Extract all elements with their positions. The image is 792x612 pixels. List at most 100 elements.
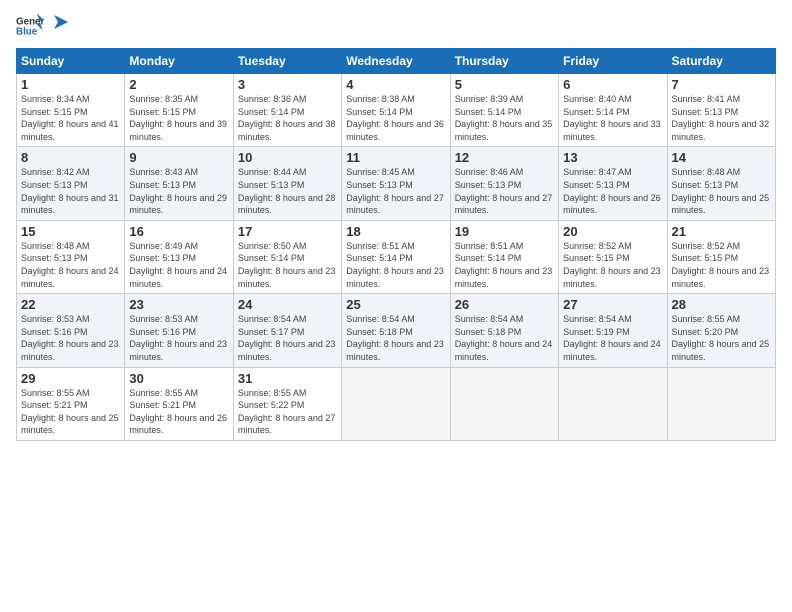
day-number: 24 (238, 297, 337, 312)
day-detail: Sunrise: 8:46 AMSunset: 5:13 PMDaylight:… (455, 166, 554, 216)
table-row: 13Sunrise: 8:47 AMSunset: 5:13 PMDayligh… (559, 147, 667, 220)
day-detail: Sunrise: 8:42 AMSunset: 5:13 PMDaylight:… (21, 166, 120, 216)
table-row: 12Sunrise: 8:46 AMSunset: 5:13 PMDayligh… (450, 147, 558, 220)
day-detail: Sunrise: 8:49 AMSunset: 5:13 PMDaylight:… (129, 240, 228, 290)
day-number: 22 (21, 297, 120, 312)
day-number: 9 (129, 150, 228, 165)
table-row: 29Sunrise: 8:55 AMSunset: 5:21 PMDayligh… (17, 367, 125, 440)
calendar-header-row: Sunday Monday Tuesday Wednesday Thursday… (17, 49, 776, 74)
day-number: 8 (21, 150, 120, 165)
table-row: 18Sunrise: 8:51 AMSunset: 5:14 PMDayligh… (342, 220, 450, 293)
day-number: 11 (346, 150, 445, 165)
day-detail: Sunrise: 8:45 AMSunset: 5:13 PMDaylight:… (346, 166, 445, 216)
day-number: 16 (129, 224, 228, 239)
table-row: 9Sunrise: 8:43 AMSunset: 5:13 PMDaylight… (125, 147, 233, 220)
day-detail: Sunrise: 8:40 AMSunset: 5:14 PMDaylight:… (563, 93, 662, 143)
day-number: 28 (672, 297, 771, 312)
day-number: 26 (455, 297, 554, 312)
day-number: 15 (21, 224, 120, 239)
day-detail: Sunrise: 8:50 AMSunset: 5:14 PMDaylight:… (238, 240, 337, 290)
day-number: 7 (672, 77, 771, 92)
day-number: 19 (455, 224, 554, 239)
table-row: 27Sunrise: 8:54 AMSunset: 5:19 PMDayligh… (559, 294, 667, 367)
day-detail: Sunrise: 8:47 AMSunset: 5:13 PMDaylight:… (563, 166, 662, 216)
table-row: 28Sunrise: 8:55 AMSunset: 5:20 PMDayligh… (667, 294, 775, 367)
table-row (342, 367, 450, 440)
day-detail: Sunrise: 8:48 AMSunset: 5:13 PMDaylight:… (21, 240, 120, 290)
table-row: 1Sunrise: 8:34 AMSunset: 5:15 PMDaylight… (17, 74, 125, 147)
day-detail: Sunrise: 8:41 AMSunset: 5:13 PMDaylight:… (672, 93, 771, 143)
calendar-week-row: 15Sunrise: 8:48 AMSunset: 5:13 PMDayligh… (17, 220, 776, 293)
day-number: 21 (672, 224, 771, 239)
table-row: 3Sunrise: 8:36 AMSunset: 5:14 PMDaylight… (233, 74, 341, 147)
table-row: 21Sunrise: 8:52 AMSunset: 5:15 PMDayligh… (667, 220, 775, 293)
day-number: 31 (238, 371, 337, 386)
day-detail: Sunrise: 8:48 AMSunset: 5:13 PMDaylight:… (672, 166, 771, 216)
day-detail: Sunrise: 8:54 AMSunset: 5:18 PMDaylight:… (455, 313, 554, 363)
day-detail: Sunrise: 8:54 AMSunset: 5:18 PMDaylight:… (346, 313, 445, 363)
table-row: 4Sunrise: 8:38 AMSunset: 5:14 PMDaylight… (342, 74, 450, 147)
col-sunday: Sunday (17, 49, 125, 74)
day-number: 17 (238, 224, 337, 239)
table-row: 11Sunrise: 8:45 AMSunset: 5:13 PMDayligh… (342, 147, 450, 220)
table-row: 16Sunrise: 8:49 AMSunset: 5:13 PMDayligh… (125, 220, 233, 293)
day-detail: Sunrise: 8:53 AMSunset: 5:16 PMDaylight:… (129, 313, 228, 363)
day-number: 18 (346, 224, 445, 239)
table-row: 10Sunrise: 8:44 AMSunset: 5:13 PMDayligh… (233, 147, 341, 220)
day-number: 6 (563, 77, 662, 92)
header: General Blue (16, 12, 776, 40)
table-row: 2Sunrise: 8:35 AMSunset: 5:15 PMDaylight… (125, 74, 233, 147)
col-saturday: Saturday (667, 49, 775, 74)
table-row: 23Sunrise: 8:53 AMSunset: 5:16 PMDayligh… (125, 294, 233, 367)
table-row: 24Sunrise: 8:54 AMSunset: 5:17 PMDayligh… (233, 294, 341, 367)
table-row (450, 367, 558, 440)
calendar-week-row: 1Sunrise: 8:34 AMSunset: 5:15 PMDaylight… (17, 74, 776, 147)
calendar-week-row: 29Sunrise: 8:55 AMSunset: 5:21 PMDayligh… (17, 367, 776, 440)
day-detail: Sunrise: 8:54 AMSunset: 5:17 PMDaylight:… (238, 313, 337, 363)
day-detail: Sunrise: 8:55 AMSunset: 5:20 PMDaylight:… (672, 313, 771, 363)
day-number: 14 (672, 150, 771, 165)
table-row: 5Sunrise: 8:39 AMSunset: 5:14 PMDaylight… (450, 74, 558, 147)
day-detail: Sunrise: 8:52 AMSunset: 5:15 PMDaylight:… (672, 240, 771, 290)
logo: General Blue (16, 12, 72, 40)
day-number: 20 (563, 224, 662, 239)
day-detail: Sunrise: 8:38 AMSunset: 5:14 PMDaylight:… (346, 93, 445, 143)
day-detail: Sunrise: 8:54 AMSunset: 5:19 PMDaylight:… (563, 313, 662, 363)
day-detail: Sunrise: 8:51 AMSunset: 5:14 PMDaylight:… (455, 240, 554, 290)
table-row: 15Sunrise: 8:48 AMSunset: 5:13 PMDayligh… (17, 220, 125, 293)
table-row: 22Sunrise: 8:53 AMSunset: 5:16 PMDayligh… (17, 294, 125, 367)
day-number: 13 (563, 150, 662, 165)
col-tuesday: Tuesday (233, 49, 341, 74)
day-number: 23 (129, 297, 228, 312)
table-row (667, 367, 775, 440)
col-wednesday: Wednesday (342, 49, 450, 74)
day-number: 30 (129, 371, 228, 386)
logo-arrow-icon (50, 11, 72, 33)
table-row: 7Sunrise: 8:41 AMSunset: 5:13 PMDaylight… (667, 74, 775, 147)
col-friday: Friday (559, 49, 667, 74)
col-monday: Monday (125, 49, 233, 74)
day-number: 10 (238, 150, 337, 165)
day-detail: Sunrise: 8:55 AMSunset: 5:22 PMDaylight:… (238, 387, 337, 437)
day-detail: Sunrise: 8:53 AMSunset: 5:16 PMDaylight:… (21, 313, 120, 363)
table-row: 31Sunrise: 8:55 AMSunset: 5:22 PMDayligh… (233, 367, 341, 440)
logo-icon: General Blue (16, 12, 44, 40)
calendar-week-row: 22Sunrise: 8:53 AMSunset: 5:16 PMDayligh… (17, 294, 776, 367)
day-detail: Sunrise: 8:43 AMSunset: 5:13 PMDaylight:… (129, 166, 228, 216)
table-row: 6Sunrise: 8:40 AMSunset: 5:14 PMDaylight… (559, 74, 667, 147)
day-detail: Sunrise: 8:55 AMSunset: 5:21 PMDaylight:… (21, 387, 120, 437)
day-detail: Sunrise: 8:51 AMSunset: 5:14 PMDaylight:… (346, 240, 445, 290)
day-detail: Sunrise: 8:36 AMSunset: 5:14 PMDaylight:… (238, 93, 337, 143)
day-number: 27 (563, 297, 662, 312)
day-detail: Sunrise: 8:35 AMSunset: 5:15 PMDaylight:… (129, 93, 228, 143)
table-row: 30Sunrise: 8:55 AMSunset: 5:21 PMDayligh… (125, 367, 233, 440)
day-number: 4 (346, 77, 445, 92)
day-number: 29 (21, 371, 120, 386)
table-row (559, 367, 667, 440)
calendar-table: Sunday Monday Tuesday Wednesday Thursday… (16, 48, 776, 441)
day-detail: Sunrise: 8:34 AMSunset: 5:15 PMDaylight:… (21, 93, 120, 143)
day-detail: Sunrise: 8:44 AMSunset: 5:13 PMDaylight:… (238, 166, 337, 216)
day-number: 5 (455, 77, 554, 92)
day-number: 2 (129, 77, 228, 92)
table-row: 20Sunrise: 8:52 AMSunset: 5:15 PMDayligh… (559, 220, 667, 293)
